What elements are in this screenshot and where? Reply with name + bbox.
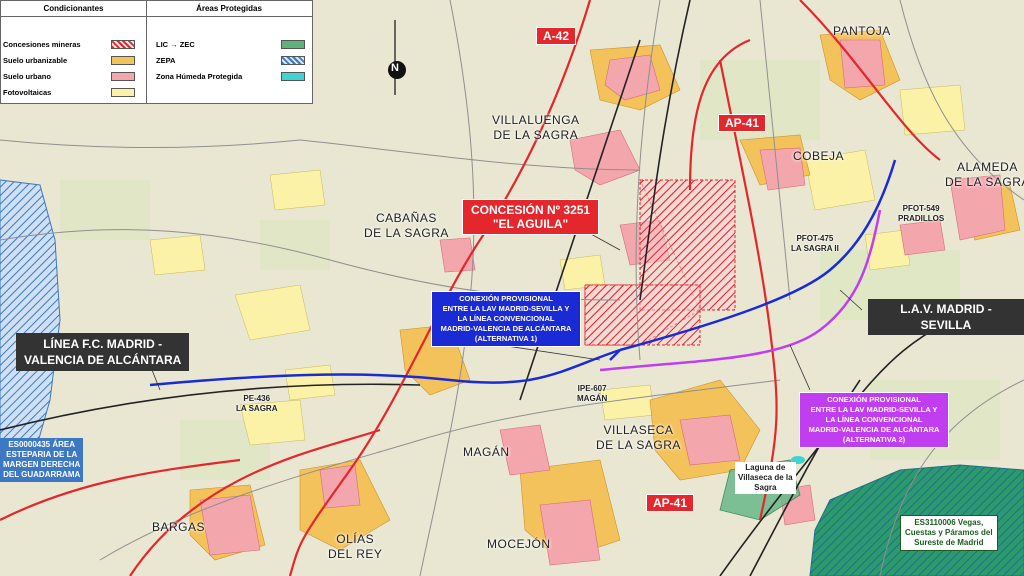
legend-item-urban: Suelo urbano xyxy=(3,72,51,81)
label-pe-436: PE-436 LA SAGRA xyxy=(236,394,277,414)
town-label-alameda-line2: DE LA SAGRA xyxy=(945,175,1024,189)
map-canvas[interactable]: Condicionantes Áreas Protegidas Concesio… xyxy=(0,0,1024,576)
label-es3110006-line2: Cuestas y Páramos del xyxy=(905,528,993,537)
town-label-bargas: BARGAS xyxy=(152,520,206,534)
town-label-cabanas-line2: DE LA SAGRA xyxy=(364,226,449,240)
label-ipe-607-line1: IPE-607 xyxy=(577,384,607,393)
line-label-madrid-valencia-line1: LÍNEA F.C. MADRID - xyxy=(43,337,163,351)
legend-swatch-urban xyxy=(111,72,135,81)
town-label-villaseca-line2: DE LA SAGRA xyxy=(596,438,681,452)
label-es0000435: ES0000435 ÁREA ESTEPARIA DE LA MARGEN DE… xyxy=(0,438,84,482)
concession-title: CONCESIÓN Nº 3251 xyxy=(471,203,591,217)
legend-item-photovoltaic: Fotovoltaicas xyxy=(3,88,52,97)
label-pfot-475: PFOT-475 LA SAGRA II xyxy=(791,234,839,254)
line-label-lav: L.A.V. MADRID - SEVILLA xyxy=(868,299,1024,335)
line-label-madrid-valencia: LÍNEA F.C. MADRID - VALENCIA DE ALCÁNTAR… xyxy=(16,333,190,371)
town-label-villaseca: VILLASECA DE LA SAGRA xyxy=(596,423,681,453)
concession-subtitle: "EL AGUILA" xyxy=(492,217,569,231)
label-es0000435-line3: MARGEN DERECHA xyxy=(3,460,81,469)
label-ipe-607: IPE-607 MAGÁN xyxy=(577,384,607,404)
road-badge-ap41-north: AP-41 xyxy=(718,114,767,132)
town-label-olias-line2: DEL REY xyxy=(328,547,383,561)
town-label-pantoja: PANTOJA xyxy=(833,24,891,38)
town-label-magan: MAGÁN xyxy=(463,445,510,459)
label-laguna-line2: Villaseca de la xyxy=(738,473,793,482)
callout-alt2-line5: (ALTERNATIVA 2) xyxy=(842,435,906,444)
legend-swatch-urbanizable xyxy=(111,56,135,65)
label-es0000435-line2: ESTEPARIA DE LA xyxy=(6,450,78,459)
town-label-cobeja: COBEJA xyxy=(793,149,845,163)
label-pfot-549: PFOT-549 PRADILLOS xyxy=(898,204,944,224)
callout-alt1-line3: LA LÍNEA CONVENCIONAL xyxy=(457,314,555,323)
label-es3110006-line1: ES3110006 Vegas, xyxy=(914,518,984,527)
callout-alternative-2: CONEXIÓN PROVISIONAL ENTRE LA LAV MADRID… xyxy=(799,392,949,448)
town-label-olias: OLÍAS DEL REY xyxy=(328,532,382,562)
north-arrow-label: N xyxy=(391,62,399,74)
label-es3110006: ES3110006 Vegas, Cuestas y Páramos del S… xyxy=(900,515,998,551)
label-pe-436-line1: PE-436 xyxy=(243,394,271,403)
legend-divider xyxy=(146,16,147,103)
callout-alt1-line2: ENTRE LA LAV MADRID-SEVILLA Y xyxy=(442,304,570,313)
label-pe-436-line2: LA SAGRA xyxy=(236,404,278,413)
callout-alt2-line2: ENTRE LA LAV MADRID-SEVILLA Y xyxy=(810,405,938,414)
callout-alt2-line3: LA LÍNEA CONVENCIONAL xyxy=(825,415,923,424)
legend-swatch-concessions xyxy=(111,40,135,49)
callout-alt1-line5: (ALTERNATIVA 1) xyxy=(474,334,538,343)
town-label-alameda: ALAMEDA DE LA SAGRA xyxy=(945,160,1024,190)
town-label-olias-line1: OLÍAS xyxy=(336,532,375,546)
legend-item-concessions: Concesiones mineras xyxy=(3,40,81,49)
line-label-madrid-valencia-line2: VALENCIA DE ALCÁNTARA xyxy=(24,353,182,367)
label-es0000435-line1: ES0000435 ÁREA xyxy=(8,440,76,449)
town-label-mocejon: MOCEJÓN xyxy=(487,537,551,551)
town-label-villaluenga-line2: DE LA SAGRA xyxy=(493,128,579,142)
label-pfot-549-line2: PRADILLOS xyxy=(898,214,945,223)
road-badge-a42: A-42 xyxy=(536,27,577,45)
label-pfot-475-line2: LA SAGRA II xyxy=(791,244,839,253)
road-badge-ap41-south: AP-41 xyxy=(646,494,695,512)
legend-swatch-zepa xyxy=(281,56,305,65)
label-ipe-607-line2: MAGÁN xyxy=(577,394,608,403)
label-pfot-475-line1: PFOT-475 xyxy=(796,234,834,243)
callout-alternative-1: CONEXIÓN PROVISIONAL ENTRE LA LAV MADRID… xyxy=(431,291,581,347)
legend-item-urbanizable: Suelo urbanizable xyxy=(3,56,68,65)
label-es0000435-line4: DEL GUADARRAMA xyxy=(3,470,81,479)
concession-label: CONCESIÓN Nº 3251 "EL AGUILA" xyxy=(462,199,600,235)
callout-alt2-line4: MADRID-VALENCIA DE ALCÁNTARA xyxy=(808,425,940,434)
label-pfot-549-line1: PFOT-549 xyxy=(902,204,940,213)
label-es3110006-line3: Sureste de Madrid xyxy=(914,538,984,547)
legend-item-lic-zec: LIC → ZEC xyxy=(156,40,195,49)
town-label-villaseca-line1: VILLASECA xyxy=(603,423,674,437)
map-legend: Condicionantes Áreas Protegidas Concesio… xyxy=(0,0,313,104)
town-label-alameda-line1: ALAMEDA xyxy=(957,160,1018,174)
town-label-cabanas-line1: CABAÑAS xyxy=(376,211,437,225)
label-laguna-line1: Laguna de xyxy=(745,463,786,472)
legend-swatch-wetland xyxy=(281,72,305,81)
town-label-villaluenga: VILLALUENGA DE LA SAGRA xyxy=(492,113,580,143)
legend-swatch-photovoltaic xyxy=(111,88,135,97)
callout-alt1-line1: CONEXIÓN PROVISIONAL xyxy=(459,294,553,303)
legend-header-conditions: Condicionantes xyxy=(1,1,147,17)
callout-alt2-line1: CONEXIÓN PROVISIONAL xyxy=(827,395,921,404)
town-label-cabanas: CABAÑAS DE LA SAGRA xyxy=(364,211,449,241)
town-label-villaluenga-line1: VILLALUENGA xyxy=(492,113,580,127)
legend-header-protected-areas: Áreas Protegidas xyxy=(146,1,312,17)
legend-item-wetland: Zona Húmeda Protegida xyxy=(156,72,243,81)
label-laguna: Laguna de Villaseca de la Sagra xyxy=(735,462,796,494)
callout-alt1-line4: MADRID-VALENCIA DE ALCÁNTARA xyxy=(440,324,572,333)
legend-swatch-lic-zec xyxy=(281,40,305,49)
legend-item-zepa: ZEPA xyxy=(156,56,176,65)
label-laguna-line3: Sagra xyxy=(754,483,777,492)
